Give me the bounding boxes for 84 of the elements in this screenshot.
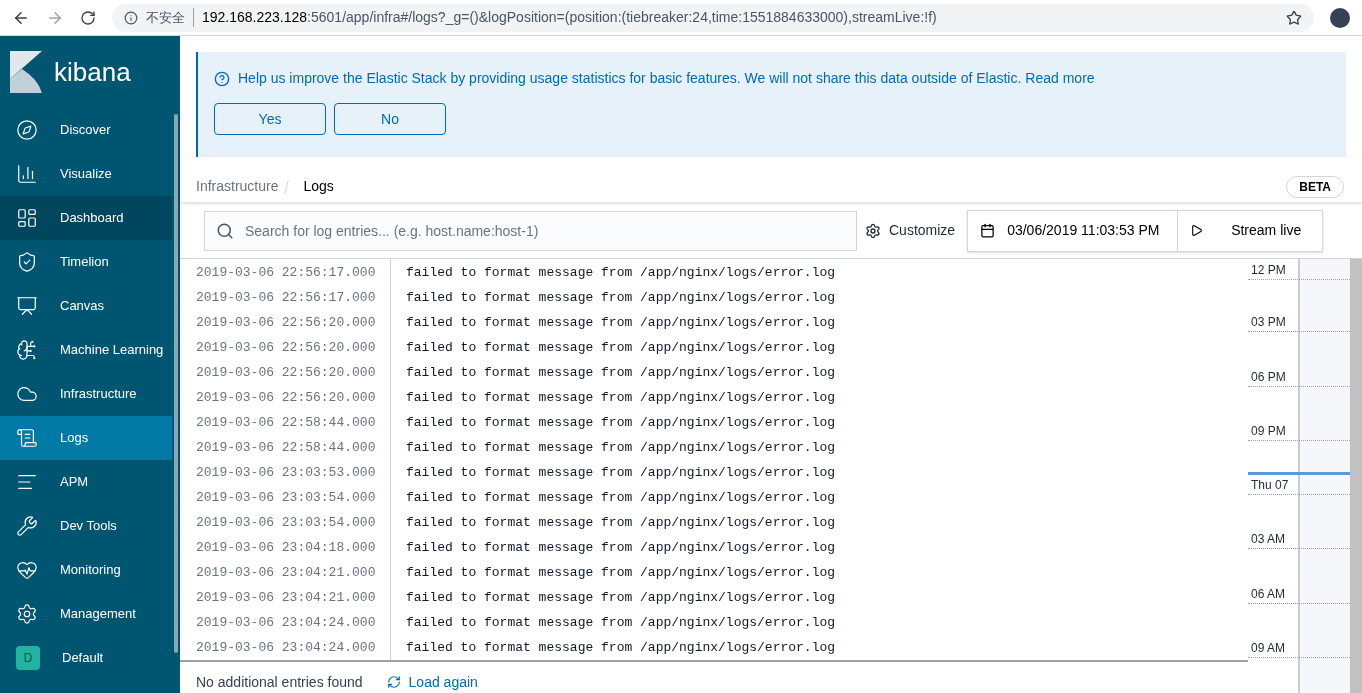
log-message: failed to format message from /app/nginx/logs/error.log [405, 463, 836, 482]
nav-item[interactable]: APM [0, 460, 172, 504]
star-icon[interactable] [1286, 9, 1302, 26]
date-picker[interactable]: 03/06/2019 11:03:53 PM [968, 210, 1179, 251]
nav-item[interactable]: Timelion [0, 240, 172, 284]
log-timestamp: 2019-03-06 23:03:54.000 [195, 488, 377, 507]
log-timestamp: 2019-03-06 23:04:18.000 [195, 538, 377, 557]
brand-name: kibana [54, 55, 131, 89]
log-message: failed to format message from /app/nginx/logs/error.log [405, 263, 836, 282]
log-message: failed to format message from /app/nginx/logs/error.log [405, 563, 836, 582]
log-timestamp: 2019-03-06 23:03:53.000 [195, 463, 377, 482]
heart-pulse-icon [16, 559, 38, 581]
log-timestamp: 2019-03-06 23:04:21.000 [195, 563, 377, 582]
easel-icon [16, 295, 38, 317]
avatar-icon[interactable] [1330, 7, 1350, 28]
search-field[interactable]: Search for log entries... (e.g. host.name:host-1) [204, 210, 857, 251]
banner-text: Help us improve the Elastic Stack by providing usage statistics for basic features. We will not share this data outside of Elastic. [238, 69, 1022, 88]
log-message: failed to format message from /app/nginx/logs/error.log [405, 388, 836, 407]
dashboard-icon [16, 207, 38, 229]
kibana-logo-icon [10, 51, 42, 93]
log-message: failed to format message from /app/nginx/logs/error.log [405, 313, 836, 332]
log-timestamp: 2019-03-06 23:04:24.000 [195, 638, 377, 657]
scroll-icon [16, 427, 38, 449]
nav-item[interactable]: Discover [0, 108, 172, 152]
log-message: failed to format message from /app/nginx/logs/error.log [405, 363, 836, 382]
nav-item[interactable]: D Default [0, 636, 172, 680]
compass-icon [16, 119, 38, 141]
log-timestamp: 2019-03-06 22:56:20.000 [195, 338, 377, 357]
log-timestamp: 2019-03-06 22:56:20.000 [195, 388, 377, 407]
nav-item[interactable]: Monitoring [0, 548, 172, 592]
refresh-icon [386, 675, 401, 689]
breadcrumb: Logs [303, 177, 334, 196]
wrench-icon [16, 515, 38, 537]
nav-item[interactable]: Dashboard [0, 196, 172, 240]
log-timestamp: 2019-03-06 22:58:44.000 [195, 438, 377, 457]
nav-item[interactable]: Management [0, 592, 172, 636]
log-message: failed to format message from /app/nginx/logs/error.log [405, 513, 836, 532]
log-message: failed to format message from /app/nginx/logs/error.log [405, 338, 836, 357]
log-message: failed to format message from /app/nginx/logs/error.log [405, 413, 836, 432]
nav-item[interactable]: Infrastructure [0, 372, 172, 416]
nav-item[interactable]: Visualize [0, 152, 172, 196]
log-timestamp: 2019-03-06 22:56:17.000 [195, 288, 377, 307]
url-path: :5601/app/infra#/logs?_g=()&logPosition=(position:(tiebreaker:24,time:1551884633000),streamLive:!f) [307, 8, 937, 27]
log-timestamp: 2019-03-06 23:03:54.000 [195, 513, 377, 532]
space-avatar: D [16, 646, 40, 670]
banner-button[interactable]: Yes [214, 103, 326, 135]
breadcrumb[interactable]: Infrastructure [196, 176, 279, 197]
status-text: No additional entries found [196, 672, 363, 692]
settings-icon [865, 222, 881, 239]
log-message: failed to format message from /app/nginx/logs/error.log [405, 638, 836, 657]
calendar-icon [980, 223, 996, 238]
banner-button[interactable]: No [334, 103, 446, 135]
stream-live-button[interactable]: Stream live [1178, 210, 1323, 251]
security-label: 不安全 [146, 7, 194, 28]
log-timestamp: 2019-03-06 22:56:20.000 [195, 313, 377, 332]
reload-icon[interactable] [80, 9, 96, 26]
play-icon [1190, 224, 1204, 237]
nav-item[interactable]: Machine Learning [0, 328, 172, 372]
log-timestamp: 2019-03-06 23:04:21.000 [195, 588, 377, 607]
help-icon [214, 70, 230, 87]
settings-icon [16, 603, 38, 625]
log-message: failed to format message from /app/nginx/logs/error.log [405, 438, 836, 457]
load-again-link[interactable]: Load again [386, 671, 478, 693]
info-icon [124, 10, 138, 25]
log-message: failed to format message from /app/nginx/logs/error.log [405, 613, 836, 632]
log-message: failed to format message from /app/nginx/logs/error.log [405, 588, 836, 607]
chart-icon [16, 163, 38, 185]
log-timestamp: 2019-03-06 22:56:17.000 [195, 263, 377, 282]
url-host: 192.168.223.128 [202, 8, 308, 27]
read-more-link[interactable]: Read more [1025, 68, 1095, 89]
nav-item[interactable]: Logs [0, 416, 172, 460]
search-icon [216, 221, 234, 240]
log-message: failed to format message from /app/nginx/logs/error.log [405, 288, 836, 307]
log-message: failed to format message from /app/nginx/logs/error.log [405, 538, 836, 557]
log-message: failed to format message from /app/nginx/logs/error.log [405, 488, 836, 507]
nav-item[interactable]: Dev Tools [0, 504, 172, 548]
nav-item[interactable]: Canvas [0, 284, 172, 328]
log-timestamp: 2019-03-06 22:56:20.000 [195, 363, 377, 382]
shield-icon [16, 251, 38, 273]
address-bar[interactable]: 不安全 192.168.223.128:5601/app/infra#/logs?_g=()&logPosition=(position:(tiebreaker:24,time:1551884633000),streamLive:!f) [112, 3, 1314, 32]
log-timestamp: 2019-03-06 22:58:44.000 [195, 413, 377, 432]
brain-icon [16, 339, 38, 361]
log-timestamp: 2019-03-06 23:04:24.000 [195, 613, 377, 632]
customize-button[interactable]: Customize [857, 210, 964, 251]
